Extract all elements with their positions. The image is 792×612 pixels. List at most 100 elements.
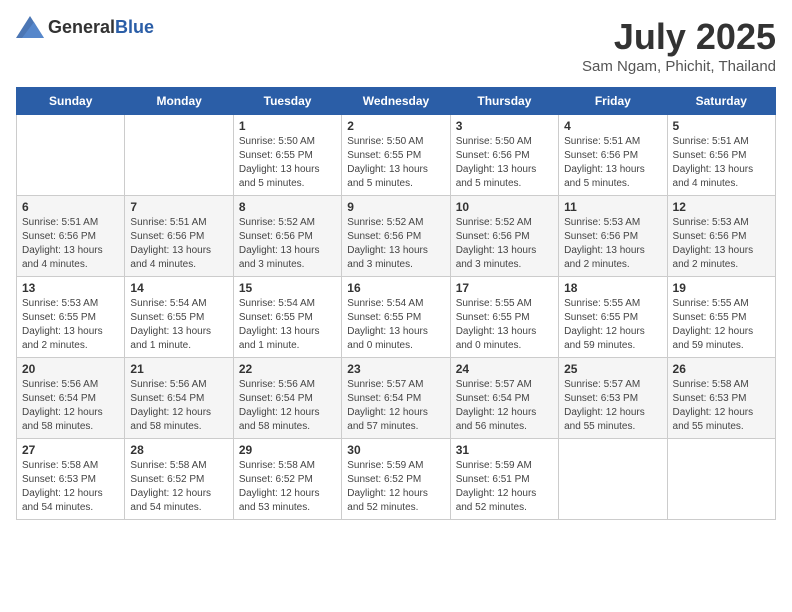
day-number: 31 (456, 443, 553, 457)
day-detail: Sunrise: 5:58 AMSunset: 6:53 PMDaylight:… (673, 378, 770, 434)
calendar-cell: 2 Sunrise: 5:50 AMSunset: 6:55 PMDaylight… (342, 115, 450, 196)
day-number: 14 (130, 281, 227, 295)
calendar-cell: 18 Sunrise: 5:55 AMSunset: 6:55 PMDayligh… (559, 277, 667, 358)
day-detail: Sunrise: 5:52 AMSunset: 6:56 PMDaylight:… (456, 216, 553, 272)
calendar-cell: 26 Sunrise: 5:58 AMSunset: 6:53 PMDayligh… (667, 358, 775, 439)
logo-blue: Blue (115, 17, 154, 37)
day-number: 30 (347, 443, 444, 457)
day-number: 17 (456, 281, 553, 295)
day-detail: Sunrise: 5:57 AMSunset: 6:54 PMDaylight:… (347, 378, 444, 434)
day-detail: Sunrise: 5:51 AMSunset: 6:56 PMDaylight:… (22, 216, 119, 272)
day-number: 3 (456, 119, 553, 133)
calendar-cell: 16Sunrise: 5:54 AMSunset: 6:55 PMDayligh… (342, 277, 450, 358)
day-number: 26 (673, 362, 770, 376)
calendar-table: SundayMondayTuesdayWednesdayThursdayFrid… (16, 87, 776, 520)
calendar-cell: 29Sunrise: 5:58 AMSunset: 6:52 PMDayligh… (233, 439, 341, 520)
calendar-cell: 10 Sunrise: 5:52 AMSunset: 6:56 PMDayligh… (450, 196, 558, 277)
day-detail: Sunrise: 5:51 AMSunset: 6:56 PMDaylight:… (564, 135, 661, 191)
calendar-cell: 20Sunrise: 5:56 AMSunset: 6:54 PMDayligh… (17, 358, 125, 439)
calendar-week-row: 20 Sunrise: 5:56 AMSunset: 6:54 PMDayligh… (17, 358, 776, 439)
calendar-week-row: 13 Sunrise: 5:53 AMSunset: 6:55 PMDayligh… (17, 277, 776, 358)
day-number: 8 (239, 200, 336, 214)
day-number: 25 (564, 362, 661, 376)
day-detail: Sunrise: 5:50 AMSunset: 6:55 PMDaylight:… (347, 135, 444, 191)
day-number: 18 (564, 281, 661, 295)
calendar-cell: 7 Sunrise: 5:51 AMSunset: 6:56 PMDaylight… (125, 196, 233, 277)
day-number: 1 (239, 119, 336, 133)
day-detail: Sunrise: 5:53 AMSunset: 6:55 PMDaylight:… (22, 297, 119, 353)
day-detail: Sunrise: 5:58 AMSunset: 6:52 PMDaylight:… (130, 459, 227, 515)
weekday-header: Thursday (450, 88, 558, 115)
day-detail: Sunrise: 5:58 AMSunset: 6:53 PMDaylight:… (22, 459, 119, 515)
day-detail: Sunrise: 5:54 AMSunset: 6:55 PMDaylight:… (130, 297, 227, 353)
weekday-header: Saturday (667, 88, 775, 115)
calendar-location: Sam Ngam, Phichit, Thailand (582, 58, 776, 75)
calendar-cell: 3Sunrise: 5:50 AMSunset: 6:56 PMDaylight… (450, 115, 558, 196)
logo-text: GeneralBlue (48, 17, 154, 38)
day-detail: Sunrise: 5:51 AMSunset: 6:56 PMDaylight:… (130, 216, 227, 272)
title-block: July 2025 Sam Ngam, Phichit, Thailand (582, 16, 776, 75)
calendar-week-row: 1 Sunrise: 5:50 AMSunset: 6:55 PMDaylight… (17, 115, 776, 196)
day-number: 12 (673, 200, 770, 214)
calendar-cell: 31Sunrise: 5:59 AMSunset: 6:51 PMDayligh… (450, 439, 558, 520)
calendar-cell: 5Sunrise: 5:51 AMSunset: 6:56 PMDaylight… (667, 115, 775, 196)
day-detail: Sunrise: 5:56 AMSunset: 6:54 PMDaylight:… (130, 378, 227, 434)
day-number: 28 (130, 443, 227, 457)
logo-general: General (48, 17, 115, 37)
day-detail: Sunrise: 5:59 AMSunset: 6:52 PMDaylight:… (347, 459, 444, 515)
calendar-cell: 1 Sunrise: 5:50 AMSunset: 6:55 PMDaylight… (233, 115, 341, 196)
calendar-cell: 27 Sunrise: 5:58 AMSunset: 6:53 PMDayligh… (17, 439, 125, 520)
calendar-cell: 28 Sunrise: 5:58 AMSunset: 6:52 PMDayligh… (125, 439, 233, 520)
day-number: 21 (130, 362, 227, 376)
day-detail: Sunrise: 5:57 AMSunset: 6:54 PMDaylight:… (456, 378, 553, 434)
day-number: 6 (22, 200, 119, 214)
weekday-header-row: SundayMondayTuesdayWednesdayThursdayFrid… (17, 88, 776, 115)
calendar-cell: 25Sunrise: 5:57 AMSunset: 6:53 PMDayligh… (559, 358, 667, 439)
calendar-cell: 21 Sunrise: 5:56 AMSunset: 6:54 PMDayligh… (125, 358, 233, 439)
calendar-cell (667, 439, 775, 520)
day-detail: Sunrise: 5:55 AMSunset: 6:55 PMDaylight:… (456, 297, 553, 353)
day-number: 23 (347, 362, 444, 376)
day-detail: Sunrise: 5:52 AMSunset: 6:56 PMDaylight:… (239, 216, 336, 272)
calendar-cell: 22Sunrise: 5:56 AMSunset: 6:54 PMDayligh… (233, 358, 341, 439)
calendar-title: July 2025 (582, 16, 776, 58)
calendar-cell: 6 Sunrise: 5:51 AMSunset: 6:56 PMDaylight… (17, 196, 125, 277)
calendar-cell: 9Sunrise: 5:52 AMSunset: 6:56 PMDaylight… (342, 196, 450, 277)
logo: GeneralBlue (16, 16, 154, 38)
calendar-cell: 13 Sunrise: 5:53 AMSunset: 6:55 PMDayligh… (17, 277, 125, 358)
calendar-cell: 17 Sunrise: 5:55 AMSunset: 6:55 PMDayligh… (450, 277, 558, 358)
day-detail: Sunrise: 5:51 AMSunset: 6:56 PMDaylight:… (673, 135, 770, 191)
day-detail: Sunrise: 5:54 AMSunset: 6:55 PMDaylight:… (239, 297, 336, 353)
day-number: 20 (22, 362, 119, 376)
calendar-week-row: 6 Sunrise: 5:51 AMSunset: 6:56 PMDaylight… (17, 196, 776, 277)
day-number: 7 (130, 200, 227, 214)
calendar-cell: 4 Sunrise: 5:51 AMSunset: 6:56 PMDaylight… (559, 115, 667, 196)
day-detail: Sunrise: 5:50 AMSunset: 6:55 PMDaylight:… (239, 135, 336, 191)
calendar-cell: 19Sunrise: 5:55 AMSunset: 6:55 PMDayligh… (667, 277, 775, 358)
day-number: 19 (673, 281, 770, 295)
day-number: 16 (347, 281, 444, 295)
weekday-header: Tuesday (233, 88, 341, 115)
day-number: 4 (564, 119, 661, 133)
day-number: 27 (22, 443, 119, 457)
day-detail: Sunrise: 5:55 AMSunset: 6:55 PMDaylight:… (564, 297, 661, 353)
day-number: 15 (239, 281, 336, 295)
weekday-header: Sunday (17, 88, 125, 115)
day-number: 2 (347, 119, 444, 133)
weekday-header: Wednesday (342, 88, 450, 115)
logo-icon (16, 16, 44, 38)
day-detail: Sunrise: 5:56 AMSunset: 6:54 PMDaylight:… (239, 378, 336, 434)
calendar-cell: 23 Sunrise: 5:57 AMSunset: 6:54 PMDayligh… (342, 358, 450, 439)
calendar-cell (125, 115, 233, 196)
day-number: 13 (22, 281, 119, 295)
calendar-cell (17, 115, 125, 196)
day-number: 10 (456, 200, 553, 214)
day-number: 9 (347, 200, 444, 214)
calendar-cell: 8 Sunrise: 5:52 AMSunset: 6:56 PMDaylight… (233, 196, 341, 277)
weekday-header: Friday (559, 88, 667, 115)
calendar-cell (559, 439, 667, 520)
calendar-cell: 11Sunrise: 5:53 AMSunset: 6:56 PMDayligh… (559, 196, 667, 277)
day-detail: Sunrise: 5:53 AMSunset: 6:56 PMDaylight:… (673, 216, 770, 272)
page-header: GeneralBlue July 2025 Sam Ngam, Phichit,… (16, 16, 776, 75)
calendar-cell: 15 Sunrise: 5:54 AMSunset: 6:55 PMDayligh… (233, 277, 341, 358)
